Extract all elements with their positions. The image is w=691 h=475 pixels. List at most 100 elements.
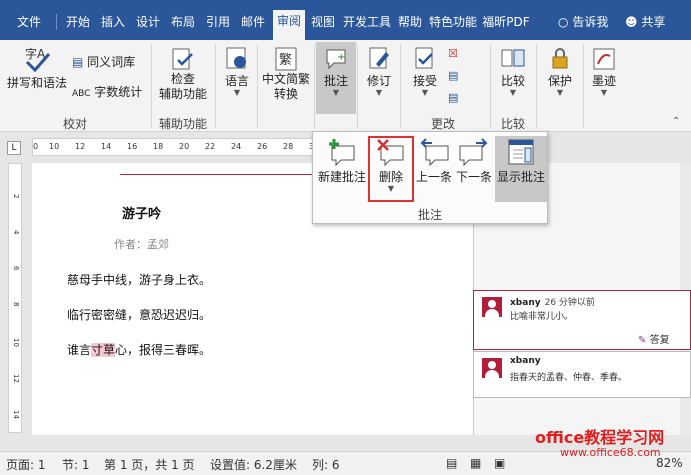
group-separator [583,44,584,128]
ink-button[interactable]: 墨迹 ▼ [587,46,621,97]
svg-text:+: + [337,52,345,63]
spelling-check-icon: 字A [25,46,51,73]
chevron-down-icon: ▼ [556,88,564,97]
comment-balloon[interactable]: xbany 指春天的孟春、仲春、季春。 [473,351,691,398]
protect-button[interactable]: 保护 ▼ [540,46,580,97]
poem-line-3: 谁言寸草心，报得三春晖。 [67,341,211,358]
language-button[interactable]: 语言 ▼ [220,46,254,97]
status-page-count[interactable]: 第 1 页，共 1 页 [104,456,195,473]
comments-dropdown-panel: 新建批注 删除 ▼ 上一条 下一条 显示批注 批注 [312,131,548,224]
next-comment-icon [459,138,488,167]
vertical-ruler[interactable]: 2 4 6 8 10 12 14 [8,163,22,433]
group-separator [536,44,537,128]
tab-home[interactable]: 开始 [64,12,92,32]
group-separator [215,44,216,128]
new-comment-button[interactable]: 新建批注 [315,136,369,202]
tab-insert[interactable]: 插入 [99,12,127,32]
tab-foxit-pdf[interactable]: 福昕PDF [481,12,531,32]
reply-label: 答复 [649,335,670,346]
svg-text:字A: 字A [25,46,46,61]
accept-button[interactable]: 接受 ▼ [408,46,442,97]
comment-author: xbany [510,356,541,366]
comment-balloon[interactable]: xbany 26 分钟以前 比喻非常儿小。 ✎ 答复 [473,290,691,350]
read-mode-icon[interactable]: ▤ [446,456,457,470]
ruler-tick: 26 [257,142,268,151]
ruler-tick: 12 [12,374,20,383]
group-label-proofing: 校对 [62,117,87,131]
tab-design[interactable]: 设计 [134,12,162,32]
highlight-box [368,136,414,202]
spelling-grammar-button[interactable]: 字A 拼写和语法 [4,44,70,91]
status-column[interactable]: 列: 6 [312,456,340,473]
ruler-tick: 22 [205,142,216,151]
tab-stop-selector[interactable]: L [7,141,21,155]
ruler-tick: 4 [12,230,20,235]
tab-help[interactable]: 帮助 [396,12,424,32]
show-comments-button[interactable]: 显示批注 [495,136,547,202]
chevron-down-icon: ▼ [233,88,241,97]
ruler-tick: 18 [153,142,164,151]
word-count-icon: ABC [72,89,91,99]
chinese-conversion-button[interactable]: 繁 中文简繁 转换 [260,46,312,102]
ruler-tick: 28 [283,142,294,151]
web-layout-icon[interactable]: ▣ [494,456,505,470]
ruler-tick: 24 [231,142,242,151]
tab-review[interactable]: 审阅 [273,10,305,40]
previous-comment-button[interactable]: 上一条 [414,136,454,202]
avatar [482,358,502,378]
group-label-accessibility: 辅助功能 [158,117,207,131]
tab-references[interactable]: 引用 [204,12,232,32]
accept-label: 接受 [412,74,437,88]
group-separator [400,44,401,128]
next-comment-button[interactable]: 下一条 [454,136,494,202]
new-comment-label: 新建批注 [317,170,366,184]
chinese-convert-label-2: 转换 [273,87,298,101]
status-section[interactable]: 节: 1 [62,456,90,473]
tab-mailings[interactable]: 邮件 [239,12,267,32]
accessibility-label-2: 辅助功能 [158,87,207,101]
collapse-ribbon-icon[interactable]: ⌃ [672,114,680,130]
comment-icon: + [326,49,346,70]
document-title: 游子吟 [122,207,162,222]
ink-label: 墨迹 [591,74,616,88]
tell-me-box[interactable]: ○ 告诉我 [558,12,608,32]
chevron-down-icon: ▼ [509,88,517,97]
reply-button[interactable]: ✎ 答复 [638,331,670,346]
watermark-text: office教程学习网 [535,428,665,447]
reply-icon: ✎ [638,335,647,346]
document-author: 作者：孟郊 [114,238,169,251]
tab-special-features[interactable]: 特色功能 [429,12,477,32]
print-layout-icon[interactable]: ▦ [470,456,481,470]
reject-button[interactable]: ☒ [448,46,458,62]
show-comments-icon [508,139,534,165]
tab-file[interactable]: 文件 [12,12,46,32]
check-accessibility-button[interactable]: 检查 辅助功能 [155,46,211,102]
lightbulb-icon: ○ [558,15,569,29]
share-button[interactable]: ☻ 共享 [625,12,665,32]
language-label: 语言 [224,74,249,88]
watermark-url: www.office68.com [560,446,661,459]
word-count-button[interactable]: ABC 字数统计 [72,84,142,102]
tab-developer[interactable]: 开发工具 [342,12,392,32]
previous-change-button[interactable]: ▤ [448,68,458,84]
status-page[interactable]: 页面: 1 [6,456,46,473]
chinese-convert-label-1: 中文简繁 [261,72,310,86]
tab-layout[interactable]: 布局 [169,12,197,32]
comments-button[interactable]: + 批注 ▼ [316,42,356,114]
status-setting[interactable]: 设置值: 6.2厘米 [210,456,297,473]
tab-view[interactable]: 视图 [309,12,337,32]
chevron-down-icon: ▼ [332,88,340,97]
group-separator [257,44,258,128]
language-icon [226,47,246,69]
tracking-button[interactable]: 修订 ▼ [362,46,396,97]
next-change-button[interactable]: ▤ [448,90,458,106]
commented-text[interactable]: 寸草 [91,343,116,357]
next-comment-label: 下一条 [455,170,492,184]
accessibility-icon [172,48,193,70]
spelling-label: 拼写和语法 [6,76,67,90]
ruler-tick: 8 [12,302,20,307]
new-comment-icon [329,139,355,167]
thesaurus-button[interactable]: ▤ 同义词库 [72,54,135,70]
compare-button[interactable]: 比较 ▼ [494,46,532,97]
chevron-down-icon: ▼ [421,88,429,97]
